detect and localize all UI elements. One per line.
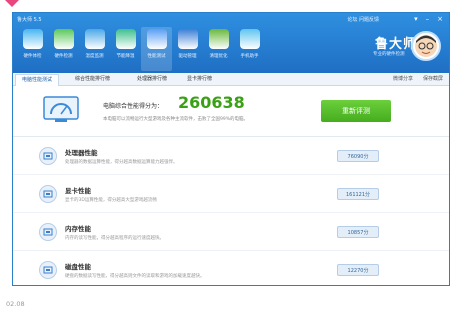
- tab-actions: 微博分享 保存截屏: [393, 75, 443, 82]
- row-title: 显卡性能: [65, 187, 91, 195]
- toolbar-item-label: 温度监测: [85, 54, 104, 59]
- save-screenshot-button[interactable]: 保存截屏: [423, 75, 443, 82]
- driver-icon: [177, 29, 198, 49]
- menu-icon[interactable]: ▾: [414, 15, 418, 23]
- toolbar-item-1[interactable]: 硬件检测: [48, 27, 79, 71]
- chip-icon: [53, 29, 74, 49]
- row-description: 硬盘的数据读写性能，得分越高则文件的读取和游戏的加载速度越快。: [65, 274, 205, 279]
- memory-icon: [39, 223, 57, 241]
- total-score: 260638: [178, 93, 245, 112]
- tab-cpu-ranking[interactable]: 处理器排行榜: [131, 74, 173, 85]
- row-description: 显卡的3D运算性能，得分越高大型游戏越流畅: [65, 198, 157, 203]
- toolbar-item-label: 硬件体检: [23, 54, 42, 59]
- window-controls: ▾ – ×: [414, 15, 443, 23]
- graphics-card-icon: [39, 185, 57, 203]
- titlebar: 鲁大师 5.5 论坛 问题反馈 ▾ – × 硬件体检 硬件检测 温度监测 节能降温 性能…: [13, 13, 449, 73]
- mascot-avatar-icon: [411, 31, 441, 61]
- toolbar-item-label: 清理优化: [209, 54, 228, 59]
- score-label: 电脑综合性能得分为：: [103, 103, 164, 110]
- score-description: 本电脑可以流畅运行大型游戏及各种主流软件，击败了全国99%的电脑。: [103, 117, 248, 122]
- disk-icon: [39, 261, 57, 279]
- toolbar-item-6[interactable]: 清理优化: [203, 27, 234, 71]
- brand-area: 鲁大师 专业的硬件检测: [343, 29, 443, 69]
- app-window: 鲁大师 5.5 论坛 问题反馈 ▾ – × 硬件体检 硬件检测 温度监测 节能降温 性能…: [12, 12, 450, 286]
- brand-slogan: 专业的硬件检测: [373, 52, 405, 57]
- minimize-icon[interactable]: –: [426, 15, 430, 23]
- toolbar-item-label: 硬件检测: [54, 54, 73, 59]
- row-score-button[interactable]: 10857分: [337, 226, 379, 238]
- tab-bar: 电脑性能测试 综合性能排行榜 处理器排行榜 显卡排行榜 微博分享 保存截屏: [13, 73, 449, 86]
- score-row: 显卡性能显卡的3D运算性能，得分越高大型游戏越流畅 161121分: [13, 175, 449, 213]
- toolbar-item-5[interactable]: 驱动管理: [172, 27, 203, 71]
- tab-gpu-ranking[interactable]: 显卡排行榜: [181, 74, 218, 85]
- component-scores: 处理器性能处理器的数据运算性能，得分越高数据运算能力越强悍。 76090分显卡性能…: [13, 137, 449, 285]
- score-row: 处理器性能处理器的数据运算性能，得分越高数据运算能力越强悍。 76090分: [13, 137, 449, 175]
- gauge-icon: [146, 29, 167, 49]
- accent-mark-icon: [5, 0, 19, 7]
- row-score-button[interactable]: 12270分: [337, 264, 379, 276]
- toolbar-item-3[interactable]: 节能降温: [110, 27, 141, 71]
- leaf-icon: [115, 29, 136, 49]
- retest-button[interactable]: 重新评测: [321, 100, 391, 122]
- broom-icon: [208, 29, 229, 49]
- toolbar-item-label: 性能测试: [147, 54, 166, 59]
- main-toolbar: 硬件体检 硬件检测 温度监测 节能降温 性能测试 驱动管理 清理优化 手机助手: [17, 27, 265, 71]
- app-title: 鲁大师 5.5: [17, 17, 42, 23]
- score-summary: 电脑综合性能得分为： 260638 本电脑可以流畅运行大型游戏及各种主流软件，击…: [13, 86, 449, 137]
- close-icon[interactable]: ×: [437, 15, 443, 23]
- row-title: 处理器性能: [65, 149, 98, 157]
- share-weibo-button[interactable]: 微博分享: [393, 75, 413, 82]
- phone-icon: [239, 29, 260, 49]
- toolbar-item-2[interactable]: 温度监测: [79, 27, 110, 71]
- toolbar-item-4[interactable]: 性能测试: [141, 27, 172, 71]
- toolbar-item-7[interactable]: 手机助手: [234, 27, 265, 71]
- toolbar-item-label: 手机助手: [240, 54, 259, 59]
- row-title: 内存性能: [65, 225, 91, 233]
- cpu-icon: [39, 147, 57, 165]
- row-score-button[interactable]: 76090分: [337, 150, 379, 162]
- row-description: 内存的读写性能，得分越高程序的运行速度越快。: [65, 236, 164, 241]
- row-description: 处理器的数据运算性能，得分越高数据运算能力越强悍。: [65, 160, 178, 165]
- score-row: 内存性能内存的读写性能，得分越高程序的运行速度越快。 10857分: [13, 213, 449, 251]
- toolbar-item-label: 驱动管理: [178, 54, 197, 59]
- tab-performance-test[interactable]: 电脑性能测试: [15, 74, 60, 86]
- page-caption: 02.08: [6, 300, 25, 308]
- row-title: 磁盘性能: [65, 263, 91, 271]
- row-score-button[interactable]: 161121分: [337, 188, 379, 200]
- toolbar-item-0[interactable]: 硬件体检: [17, 27, 48, 71]
- thermometer-icon: [84, 29, 105, 49]
- performance-gauge-icon: [43, 96, 79, 124]
- monitor-icon: [22, 29, 43, 49]
- top-links[interactable]: 论坛 问题反馈: [347, 16, 379, 23]
- toolbar-item-label: 节能降温: [116, 54, 135, 59]
- tab-overall-ranking[interactable]: 综合性能排行榜: [69, 74, 116, 85]
- score-row: 磁盘性能硬盘的数据读写性能，得分越高则文件的读取和游戏的加载速度越快。 12270…: [13, 251, 449, 285]
